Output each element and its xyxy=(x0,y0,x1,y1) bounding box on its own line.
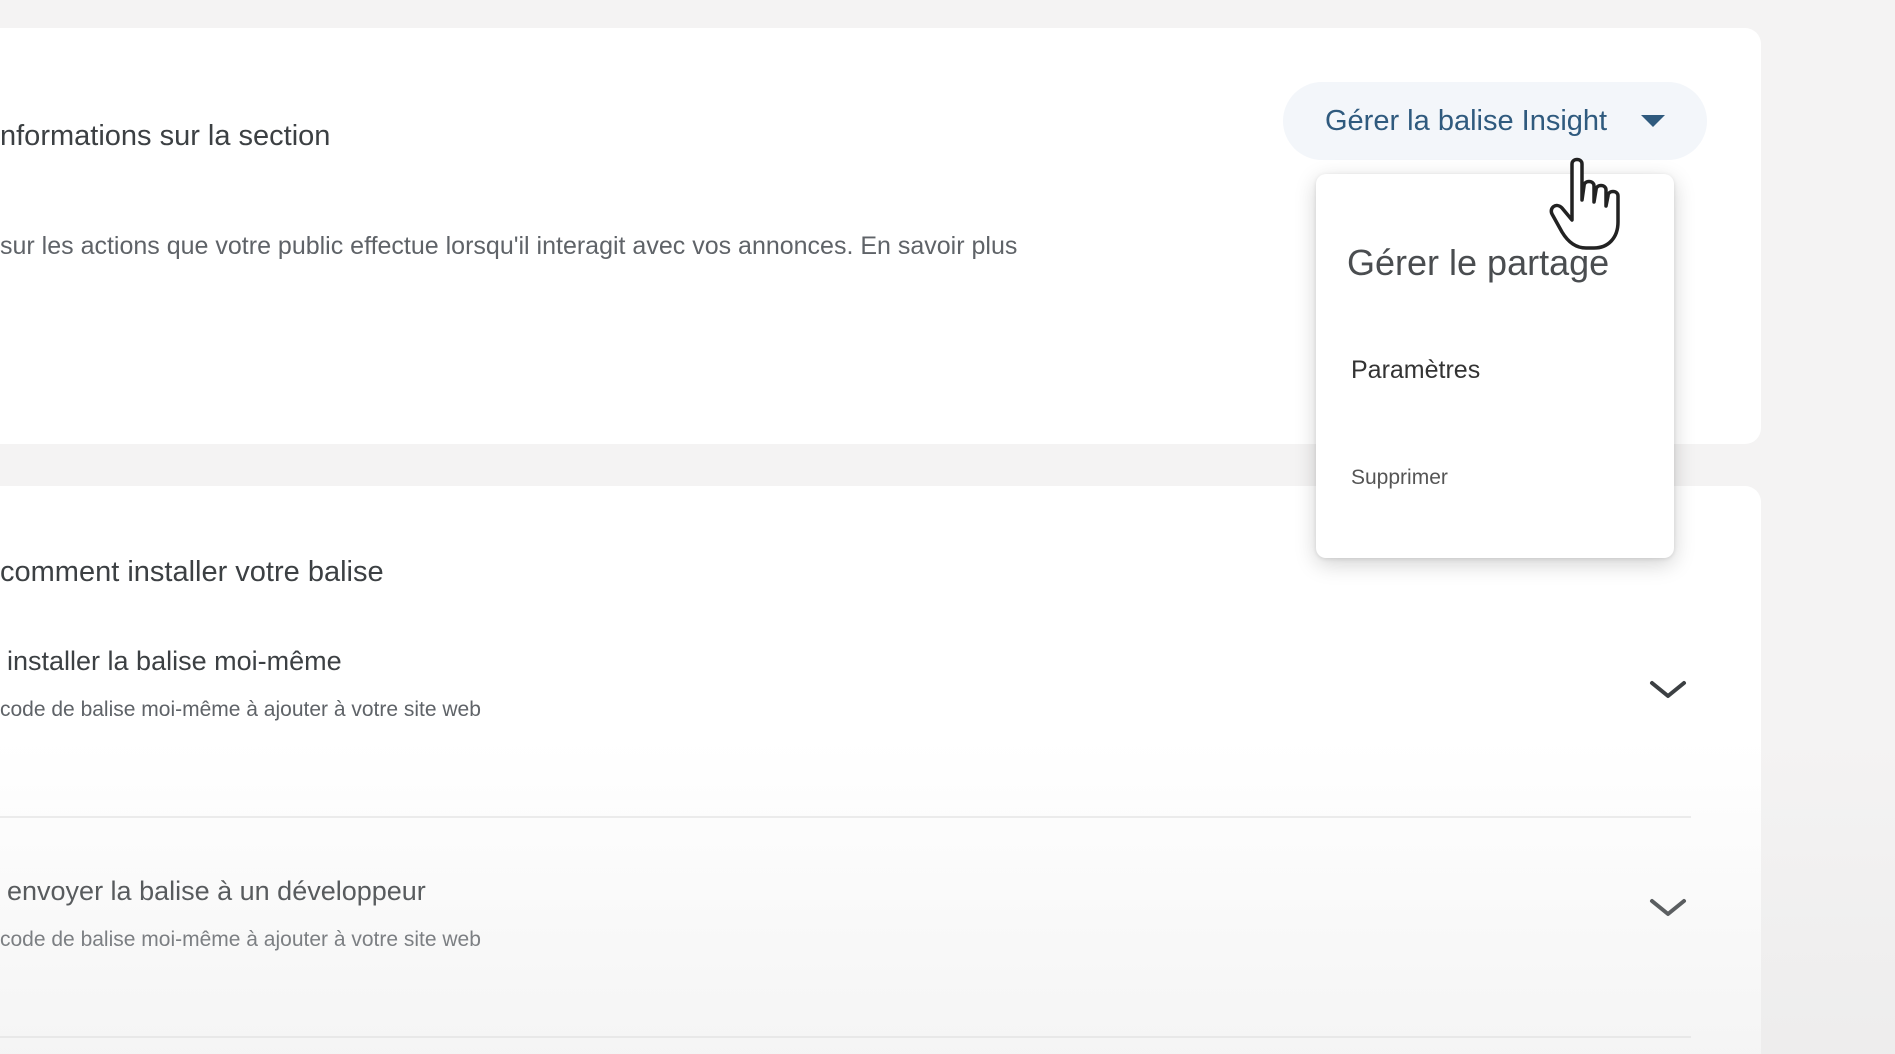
menu-item-delete[interactable]: Supprimer xyxy=(1351,466,1448,490)
install-option-self[interactable]: installer la balise moi-même code de bal… xyxy=(0,646,1691,796)
option-subtitle: code de balise moi-même à ajouter à votr… xyxy=(0,928,481,951)
manage-insight-tag-label: Gérer la balise Insight xyxy=(1325,104,1608,137)
chevron-down-icon[interactable] xyxy=(1648,896,1688,920)
divider xyxy=(0,1036,1691,1038)
option-title: installer la balise moi-même xyxy=(7,646,342,676)
section-info-title: nformations sur la section xyxy=(0,120,331,152)
page: nformations sur la section sur les actio… xyxy=(0,0,1895,1054)
manage-insight-tag-button[interactable]: Gérer la balise Insight xyxy=(1283,82,1707,160)
install-card: comment installer votre balise installer… xyxy=(0,486,1761,1054)
section-info-description[interactable]: sur les actions que votre public effectu… xyxy=(0,232,1017,261)
manage-menu: Gérer le partage Paramètres Supprimer xyxy=(1316,174,1674,558)
option-subtitle: code de balise moi-même à ajouter à votr… xyxy=(0,698,481,721)
divider xyxy=(0,816,1691,818)
option-title: envoyer la balise à un développeur xyxy=(7,876,426,906)
menu-item-settings[interactable]: Paramètres xyxy=(1351,356,1480,385)
install-option-developer[interactable]: envoyer la balise à un développeur code … xyxy=(0,876,1691,1026)
install-title: comment installer votre balise xyxy=(0,556,384,588)
chevron-down-icon[interactable] xyxy=(1648,678,1688,702)
menu-item-manage-sharing[interactable]: Gérer le partage xyxy=(1347,242,1609,284)
caret-down-icon xyxy=(1641,115,1665,127)
